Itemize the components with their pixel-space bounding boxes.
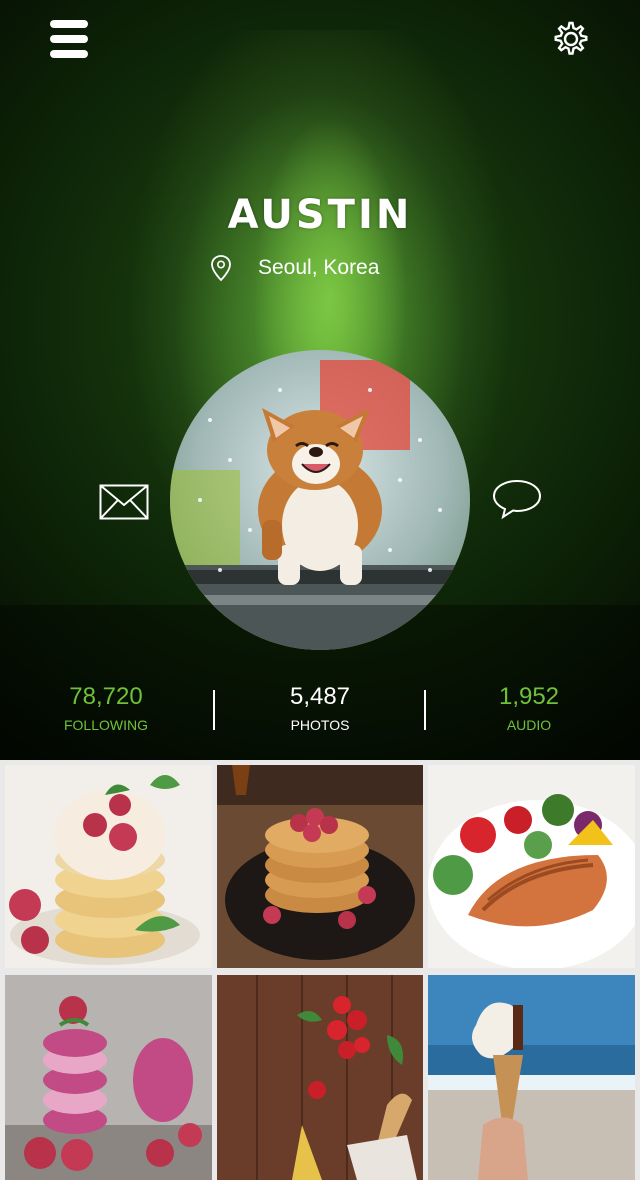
stat-photos[interactable]: 5,487 PHOTOS bbox=[214, 682, 426, 735]
photo-grid bbox=[0, 760, 640, 1180]
gear-icon bbox=[554, 21, 588, 55]
photo-tile-macarons[interactable] bbox=[5, 975, 212, 1180]
menu-button[interactable] bbox=[50, 20, 88, 58]
location-text: Seoul, Korea bbox=[258, 256, 380, 279]
map-pin-icon bbox=[211, 255, 231, 282]
pancakes-photo bbox=[5, 765, 212, 968]
ice-cream-photo bbox=[428, 975, 635, 1180]
stat-audio[interactable]: 1,952 AUDIO bbox=[423, 682, 635, 735]
profile-name: AUSTIN bbox=[227, 192, 413, 238]
salmon-salad-photo bbox=[428, 765, 635, 968]
settings-button[interactable] bbox=[552, 20, 590, 58]
tomatoes-pasta-photo bbox=[217, 975, 423, 1180]
envelope-icon[interactable] bbox=[99, 484, 149, 520]
raspberry-macarons-photo bbox=[5, 975, 212, 1180]
hamburger-menu-icon-bar bbox=[50, 35, 88, 43]
photo-tile-ice-cream[interactable] bbox=[428, 975, 635, 1180]
photo-tile-pancakes[interactable] bbox=[5, 765, 212, 968]
speech-bubble-icon[interactable] bbox=[491, 478, 543, 520]
corgi-photo bbox=[170, 350, 470, 650]
hamburger-menu-icon bbox=[50, 20, 88, 28]
photo-tile-tomatoes-pasta[interactable] bbox=[217, 975, 423, 1180]
photo-tile-salmon[interactable] bbox=[428, 765, 635, 968]
photo-tile-pancake-stack[interactable] bbox=[217, 765, 423, 968]
stats-row: 78,720 FOLLOWING 5,487 PHOTOS 1,952 AUDI… bbox=[0, 682, 640, 742]
profile-header: AUSTIN Seoul, Korea 78,720 FOLLOWING 5,4… bbox=[0, 0, 640, 760]
stat-label: PHOTOS bbox=[290, 717, 350, 733]
location-row: Seoul, Korea bbox=[210, 250, 450, 286]
pancake-stack-photo bbox=[217, 765, 423, 968]
hamburger-menu-icon-bar bbox=[50, 50, 88, 58]
avatar[interactable] bbox=[170, 350, 470, 650]
stat-value: 5,487 bbox=[289, 683, 351, 710]
stat-value: 1,952 bbox=[498, 683, 560, 710]
stat-label: AUDIO bbox=[506, 717, 552, 733]
stat-label: FOLLOWING bbox=[63, 717, 148, 733]
stat-following[interactable]: 78,720 FOLLOWING bbox=[0, 682, 212, 735]
stat-value: 78,720 bbox=[69, 683, 143, 710]
